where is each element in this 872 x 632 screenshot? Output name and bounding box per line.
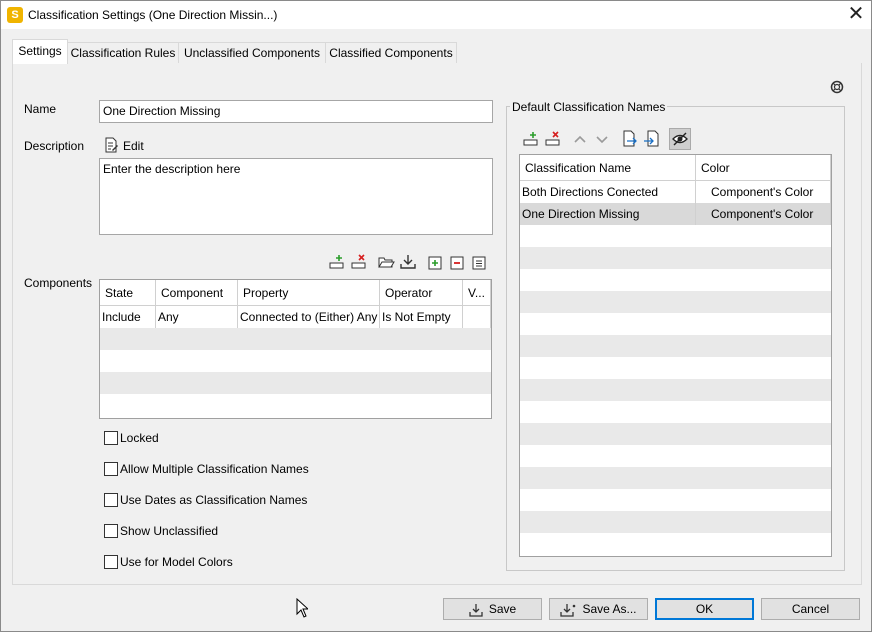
export-icon[interactable] [621,130,639,148]
dialog-window: S Classification Settings (One Direction… [0,0,872,632]
cell-value[interactable] [463,306,491,328]
edit-label: Edit [123,139,144,153]
allow-multiple-names-checkbox[interactable] [104,462,118,476]
table-row[interactable]: Both Directions Conected Component's Col… [520,181,831,203]
group-properties-icon[interactable] [470,253,488,271]
edit-document-icon [103,137,119,153]
column-header-component[interactable]: Component [156,280,238,306]
default-names-table[interactable]: Classification Name Color Both Direction… [519,154,832,557]
use-for-model-colors-label[interactable]: Use for Model Colors [120,555,233,569]
empty-row [520,291,831,313]
title-bar: S Classification Settings (One Direction… [1,1,871,29]
column-header-color[interactable]: Color [696,155,831,181]
column-header-classification-name[interactable]: Classification Name [520,155,696,181]
download-icon [469,603,483,617]
empty-row [520,379,831,401]
components-table[interactable]: State Component Property Operator V... I… [99,279,492,419]
column-header-value[interactable]: V... [463,280,491,306]
remove-group-icon[interactable] [448,253,466,271]
tab-classified-components[interactable]: Classified Components [325,42,457,63]
empty-row [520,335,831,357]
empty-row [100,328,491,350]
import-icon[interactable] [399,253,417,271]
remove-name-icon[interactable] [544,130,562,148]
show-unclassified-label[interactable]: Show Unclassified [120,524,218,538]
show-unclassified-checkbox[interactable] [104,524,118,538]
open-folder-icon[interactable] [377,253,395,271]
cell-operator[interactable]: Is Not Empty [380,306,463,328]
use-for-model-colors-checkbox[interactable] [104,555,118,569]
default-names-group-label: Default Classification Names [510,100,668,114]
cell-classification-name[interactable]: One Direction Missing [520,203,696,225]
help-icon[interactable] [830,80,844,94]
cell-state[interactable]: Include [100,306,156,328]
move-up-icon[interactable] [571,130,589,148]
window-title: Classification Settings (One Direction M… [28,8,278,22]
empty-row [100,372,491,394]
description-textarea[interactable]: Enter the description here [99,158,493,235]
empty-row [520,467,831,489]
add-name-icon[interactable] [522,130,540,148]
mouse-cursor-icon [296,598,308,618]
tab-unclassified-components[interactable]: Unclassified Components [178,42,326,63]
cell-component[interactable]: Any [156,306,238,328]
cell-property[interactable]: Connected to (Either) Any [238,306,380,328]
close-icon[interactable]: ✕ [843,3,869,27]
cancel-button[interactable]: Cancel [761,598,860,620]
cell-color[interactable]: Component's Color [696,181,831,203]
save-label: Save [488,602,517,616]
tab-bar: Settings Classification Rules Unclassifi… [12,39,861,64]
empty-row [520,511,831,533]
empty-row [520,423,831,445]
name-label: Name [24,102,57,116]
settings-panel: Name One Direction Missing Description E… [12,63,862,585]
use-dates-checkbox[interactable] [104,493,118,507]
column-header-state[interactable]: State [100,280,156,306]
description-label: Description [24,139,85,153]
locked-label[interactable]: Locked [120,431,159,445]
locked-checkbox[interactable] [104,431,118,445]
import-names-icon[interactable] [643,130,661,148]
table-row-selected[interactable]: One Direction Missing Component's Color [520,203,831,225]
cell-color[interactable]: Component's Color [696,203,831,225]
ok-button[interactable]: OK [655,598,754,620]
column-header-property[interactable]: Property [238,280,380,306]
use-dates-label[interactable]: Use Dates as Classification Names [120,493,307,507]
table-row[interactable]: Include Any Connected to (Either) Any Is… [100,306,491,328]
move-down-icon[interactable] [593,130,611,148]
save-as-label: Save As... [582,602,637,616]
visibility-toggle-icon[interactable] [669,128,691,150]
tab-classification-rules[interactable]: Classification Rules [67,42,179,63]
save-as-button[interactable]: Save As... [549,598,648,620]
remove-row-icon[interactable] [350,253,368,271]
empty-row [520,247,831,269]
app-icon: S [7,7,23,23]
column-header-operator[interactable]: Operator [380,280,463,306]
add-row-icon[interactable] [328,253,346,271]
name-input[interactable]: One Direction Missing [99,100,493,123]
edit-description-button[interactable]: Edit [103,137,163,155]
allow-multiple-names-label[interactable]: Allow Multiple Classification Names [120,462,309,476]
save-as-icon [560,603,576,617]
cell-classification-name[interactable]: Both Directions Conected [520,181,696,203]
save-button[interactable]: Save [443,598,542,620]
add-group-icon[interactable] [426,253,444,271]
components-label: Components [24,276,93,290]
tab-settings[interactable]: Settings [12,39,68,64]
